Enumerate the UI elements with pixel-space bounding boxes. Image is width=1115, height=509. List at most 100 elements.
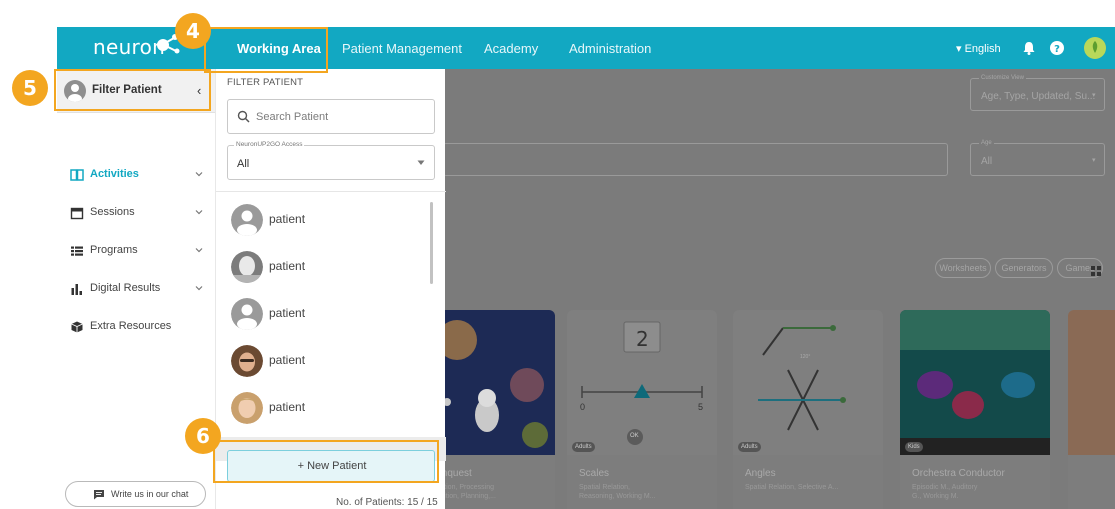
dropdown-caret-icon [417,160,425,165]
partial-card-image [1068,310,1115,455]
customize-view-label: Customize View [979,75,1026,81]
chat-icon [94,490,104,500]
scale-max: 5 [698,402,704,412]
card-title: Orchestra Conductor [912,468,1005,479]
calendar-icon [70,207,84,220]
step-badge-4: 4 [175,13,211,49]
chevron-down-icon [195,286,203,291]
card-subtitle-2: G., Working M. [912,493,959,500]
patient-photo-avatar [231,345,263,377]
card-title: Scales [579,468,610,479]
card-subtitle-1: Spatial Relation, Selective A... [745,484,839,491]
search-patient-input[interactable] [256,109,426,125]
age-value: All [981,156,993,167]
search-icon [237,110,250,123]
sidebar-item-activities[interactable]: Activities [70,165,210,187]
filter-patient-toggle[interactable]: Filter Patient ‹ [57,69,215,113]
sidebar-item-label: Sessions [90,206,135,218]
age-badge: Kids [905,442,923,452]
divider [216,191,446,192]
chevron-down-icon [195,248,203,253]
patient-list-item[interactable]: patient [231,298,421,330]
patient-name: patient [269,306,306,320]
patient-name: patient [269,259,306,273]
scale-min: 0 [580,402,586,412]
patient-count: No. of Patients: 15 / 15 [336,497,438,508]
angle-degree: 120° [800,354,811,360]
sidebar-item-digital-results[interactable]: Digital Results [70,279,210,301]
box-icon [71,321,83,333]
patient-list-item[interactable]: patient [231,345,421,377]
patient-name: patient [269,353,306,367]
patient-avatar-icon [64,80,86,102]
patient-list-item[interactable]: patient [231,251,421,283]
patient-name: patient [269,212,306,226]
sidebar-item-extra-resources[interactable]: Extra Resources [70,317,210,339]
nav-academy[interactable]: Academy [484,41,538,56]
angles-game-image [733,310,883,455]
language-label: English [964,43,1001,55]
bar-chart-icon [71,284,82,295]
nav-administration[interactable]: Administration [569,41,651,56]
chip-generators[interactable]: Generators [995,258,1053,278]
age-select[interactable]: Age All ▾ [970,140,1105,176]
step-badge-5: 5 [12,70,48,106]
activities-icon [70,169,84,181]
age-caret-icon: ▾ [1092,157,1096,164]
sidebar-item-label: Programs [90,244,138,256]
activity-card-partial[interactable] [1068,310,1115,509]
new-patient-button[interactable]: + New Patient [227,450,435,482]
chat-button-label: Write us in our chat [111,489,189,499]
svg-text:?: ? [1054,44,1060,55]
nav-patient-management[interactable]: Patient Management [342,41,462,56]
patient-name: patient [269,400,306,414]
customize-view-select[interactable]: Customize View Age, Type, Updated, Su...… [970,75,1105,111]
activities-content-dimmed: Customize View Age, Type, Updated, Su...… [417,69,1115,509]
activity-card-scales[interactable]: 2 0 5 OK Adults Scales Spatial Relation,… [567,310,717,509]
filter-patient-panel: FILTER PATIENT NeuronUP2GO Access All pa… [215,69,446,509]
nav-working-area[interactable]: Working Area [237,41,321,56]
chevron-down-icon [195,172,203,177]
access-select-label: NeuronUP2GO Access [234,141,305,148]
new-patient-label: + New Patient [297,460,367,472]
search-patient-field[interactable] [227,99,435,134]
age-badge: Adults [738,442,761,452]
access-select-value: All [237,158,250,170]
search-activities-field[interactable] [443,143,948,176]
sidebar-item-label: Extra Resources [90,320,172,332]
patient-list-scrollbar[interactable] [430,202,433,284]
filter-panel-heading: FILTER PATIENT [227,77,304,88]
step-badge-6: 6 [185,418,221,454]
sidebar-item-label: Digital Results [90,282,161,294]
sidebar-item-label: Activities [90,168,139,180]
card-subtitle-2: Reasoning, Working M... [579,493,656,500]
patient-photo-avatar [231,251,263,283]
chat-button[interactable]: Write us in our chat [65,481,206,507]
bell-icon[interactable] [1020,39,1038,57]
sidebar-item-sessions[interactable]: Sessions [70,203,210,225]
scales-number: 2 [636,327,649,351]
patient-list-item[interactable]: patient [231,204,421,236]
patient-list-item[interactable]: patient [231,392,421,424]
default-avatar-icon [231,298,263,330]
language-selector[interactable]: ▾ English [956,42,1001,55]
collapse-chevron-icon[interactable]: ‹ [197,83,201,98]
card-subtitle-1: Spatial Relation, [579,484,630,491]
neuronup2go-access-select[interactable]: NeuronUP2GO Access All [227,141,435,180]
sidebar-item-programs[interactable]: Programs [70,241,210,263]
chip-worksheets[interactable]: Worksheets [935,258,991,278]
customize-caret-icon: ▾ [1092,92,1096,99]
top-navigation-bar: neuron Working Area Patient Management A… [57,27,1115,69]
help-icon[interactable]: ? [1048,39,1066,57]
chevron-down-icon [195,210,203,215]
patient-photo-avatar [231,392,263,424]
activity-card-angles[interactable]: 120° Adults Angles Spatial Relation, Sel… [733,310,883,509]
list-icon [71,246,83,256]
card-subtitle-1: Episodic M., Auditory [912,484,978,491]
activity-card-orchestra-conductor[interactable]: Kids Orchestra Conductor Episodic M., Au… [900,310,1050,509]
customize-view-value: Age, Type, Updated, Su... [981,91,1096,102]
grid-view-icon[interactable] [1091,266,1101,276]
default-avatar-icon [231,204,263,236]
age-label: Age [979,140,994,146]
user-avatar-icon[interactable] [1083,36,1107,60]
